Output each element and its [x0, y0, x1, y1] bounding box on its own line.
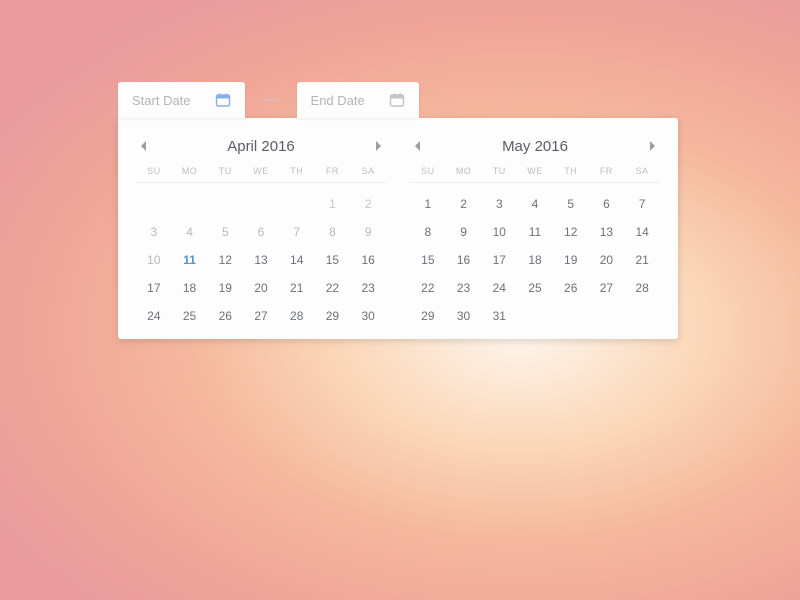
month-title: April 2016 [227, 138, 295, 155]
day-cell[interactable]: 20 [589, 253, 625, 267]
date-range-picker: Start Date — End Date April 2016 SUMOTUW… [118, 82, 678, 339]
day-cell[interactable]: 24 [136, 309, 172, 323]
day-cell[interactable]: 14 [279, 253, 315, 267]
calendar-month: April 2016 SUMOTUWETHFRSA000001234567891… [136, 132, 386, 323]
day-cell[interactable]: 8 [315, 225, 351, 239]
day-cell[interactable]: 20 [243, 281, 279, 295]
day-cell[interactable]: 2 [446, 197, 482, 211]
day-cell[interactable]: 18 [517, 253, 553, 267]
day-cell[interactable]: 23 [446, 281, 482, 295]
calendar-month: May 2016 SUMOTUWETHFRSA12345678910111213… [410, 132, 660, 323]
next-month-icon[interactable] [370, 136, 386, 156]
day-cell[interactable]: 25 [172, 309, 208, 323]
month-title: May 2016 [502, 138, 568, 155]
dow-label: MO [172, 166, 208, 176]
day-cell[interactable]: 18 [172, 281, 208, 295]
day-cell[interactable]: 21 [624, 253, 660, 267]
dow-label: SU [410, 166, 446, 176]
calendar-icon [215, 92, 231, 108]
day-cell[interactable]: 12 [207, 253, 243, 267]
day-cell[interactable]: 6 [589, 197, 625, 211]
day-cell[interactable]: 17 [136, 281, 172, 295]
dow-label: SA [350, 166, 386, 176]
tab-separator: — [245, 91, 297, 109]
day-cell[interactable]: 14 [624, 225, 660, 239]
day-cell[interactable]: 5 [553, 197, 589, 211]
day-grid: 0000012345678910111213141516171819202122… [136, 183, 386, 323]
day-cell[interactable]: 26 [207, 309, 243, 323]
day-cell[interactable]: 27 [243, 309, 279, 323]
day-cell[interactable]: 11 [517, 225, 553, 239]
day-cell[interactable]: 2 [350, 197, 386, 211]
day-cell[interactable]: 11 [172, 253, 208, 267]
day-cell[interactable]: 10 [136, 253, 172, 267]
day-cell[interactable]: 30 [446, 309, 482, 323]
day-cell[interactable]: 3 [136, 225, 172, 239]
dow-label: MO [446, 166, 482, 176]
prev-month-icon[interactable] [410, 136, 426, 156]
dow-label: SU [136, 166, 172, 176]
day-cell[interactable]: 19 [207, 281, 243, 295]
next-month-icon[interactable] [644, 136, 660, 156]
dow-label: TU [207, 166, 243, 176]
end-date-tab[interactable]: End Date [297, 82, 419, 118]
day-cell[interactable]: 8 [410, 225, 446, 239]
day-cell[interactable]: 9 [446, 225, 482, 239]
day-cell[interactable]: 3 [481, 197, 517, 211]
day-cell[interactable]: 19 [553, 253, 589, 267]
dow-row: SUMOTUWETHFRSA [136, 166, 386, 183]
day-cell[interactable]: 7 [624, 197, 660, 211]
dow-row: SUMOTUWETHFRSA [410, 166, 660, 183]
end-date-label: End Date [311, 93, 365, 108]
dow-label: TU [481, 166, 517, 176]
dow-label: WE [243, 166, 279, 176]
calendar-icon [389, 92, 405, 108]
day-cell[interactable]: 6 [243, 225, 279, 239]
dow-label: SA [624, 166, 660, 176]
day-cell[interactable]: 25 [517, 281, 553, 295]
calendar-panel: April 2016 SUMOTUWETHFRSA000001234567891… [118, 118, 678, 339]
day-cell[interactable]: 26 [553, 281, 589, 295]
dow-label: FR [315, 166, 351, 176]
day-cell[interactable]: 22 [410, 281, 446, 295]
day-cell[interactable]: 4 [517, 197, 553, 211]
day-cell[interactable]: 12 [553, 225, 589, 239]
day-cell[interactable]: 15 [410, 253, 446, 267]
day-grid: 1234567891011121314151617181920212223242… [410, 183, 660, 323]
day-cell[interactable]: 22 [315, 281, 351, 295]
day-cell[interactable]: 23 [350, 281, 386, 295]
dow-label: TH [279, 166, 315, 176]
dow-label: TH [553, 166, 589, 176]
start-date-label: Start Date [132, 93, 191, 108]
day-cell[interactable]: 5 [207, 225, 243, 239]
day-cell[interactable]: 31 [481, 309, 517, 323]
day-cell[interactable]: 28 [624, 281, 660, 295]
dow-label: WE [517, 166, 553, 176]
start-date-tab[interactable]: Start Date [118, 82, 245, 118]
prev-month-icon[interactable] [136, 136, 152, 156]
day-cell[interactable]: 29 [410, 309, 446, 323]
day-cell[interactable]: 9 [350, 225, 386, 239]
day-cell[interactable]: 17 [481, 253, 517, 267]
day-cell[interactable]: 28 [279, 309, 315, 323]
dow-label: FR [589, 166, 625, 176]
day-cell[interactable]: 13 [589, 225, 625, 239]
tabs-row: Start Date — End Date [118, 82, 678, 118]
day-cell[interactable]: 15 [315, 253, 351, 267]
day-cell[interactable]: 10 [481, 225, 517, 239]
day-cell[interactable]: 16 [350, 253, 386, 267]
day-cell[interactable]: 24 [481, 281, 517, 295]
day-cell[interactable]: 27 [589, 281, 625, 295]
day-cell[interactable]: 29 [315, 309, 351, 323]
day-cell[interactable]: 1 [315, 197, 351, 211]
day-cell[interactable]: 4 [172, 225, 208, 239]
day-cell[interactable]: 7 [279, 225, 315, 239]
day-cell[interactable]: 21 [279, 281, 315, 295]
day-cell[interactable]: 16 [446, 253, 482, 267]
day-cell[interactable]: 1 [410, 197, 446, 211]
month-header: May 2016 [410, 132, 660, 166]
day-cell[interactable]: 30 [350, 309, 386, 323]
day-cell[interactable]: 13 [243, 253, 279, 267]
month-header: April 2016 [136, 132, 386, 166]
